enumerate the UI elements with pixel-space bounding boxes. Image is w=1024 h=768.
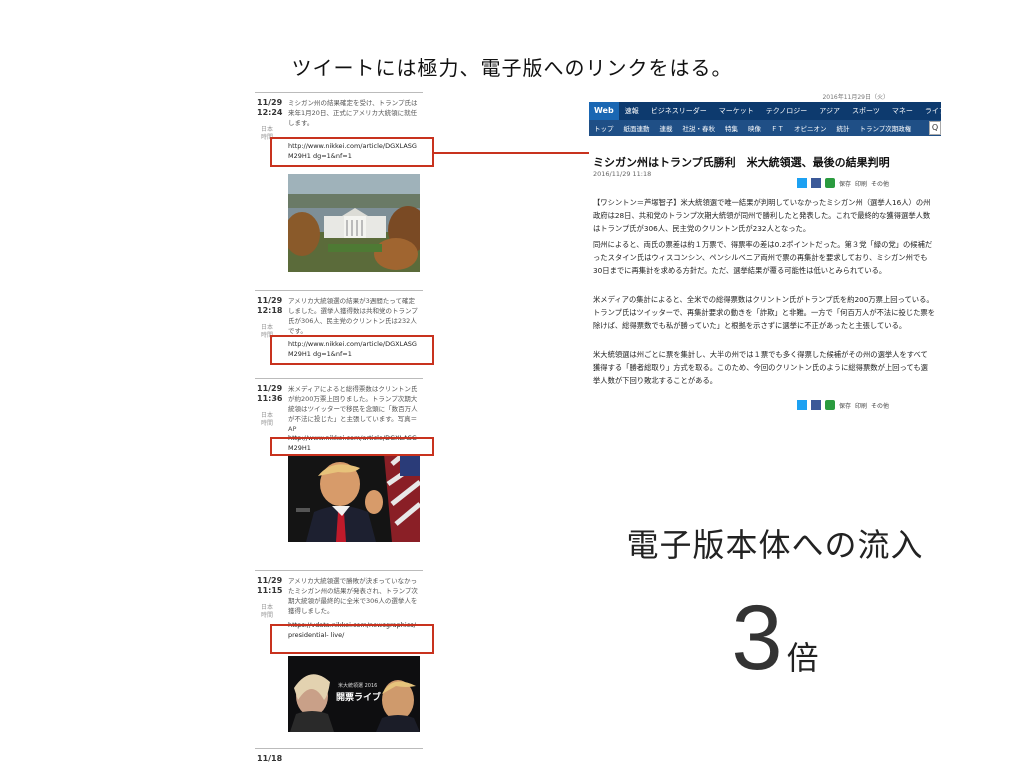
inflow-caption: 電子版本体への流入 — [626, 526, 924, 564]
article-paragraph: 米大統領選は州ごとに票を集計し、大半の州では１票でも多く得票した候補がその州の選… — [593, 350, 928, 385]
nav-item[interactable]: マーケット — [713, 106, 760, 116]
tweet-date: 11/29 12:18 — [257, 296, 283, 315]
inflow-multiplier: 3倍 — [570, 592, 980, 684]
line-icon[interactable] — [825, 178, 835, 188]
divider — [255, 748, 423, 749]
nav-item[interactable]: アジア — [813, 106, 846, 116]
nav-item[interactable]: 社説・春秋 — [678, 123, 721, 133]
tweet-date: 11/29 11:36 — [257, 384, 283, 403]
link-highlight-box — [270, 137, 434, 167]
nav-item[interactable]: トランプ次期政権 — [855, 123, 917, 133]
nikkei-article: 2016年11月29日（火） Web刊 速報 ビジネスリーダー マーケット テク… — [589, 92, 941, 422]
slide-headline: ツイートには極力、電子版へのリンクをはる。 — [291, 56, 733, 80]
election-live-photo: 米大統領選 2016 開票ライブ — [288, 656, 420, 732]
nav-item[interactable]: ビジネスリーダー — [645, 106, 713, 116]
twitter-icon[interactable] — [797, 400, 807, 410]
tweet-item: 11/18 — [255, 748, 423, 768]
share-bar-bottom: 保存 印刷 その他 — [797, 400, 889, 410]
save-button[interactable]: 保存 — [839, 179, 851, 188]
link-highlight-box — [270, 624, 434, 654]
tweet-date: 11/29 11:15 — [257, 576, 283, 595]
twitter-icon[interactable] — [797, 178, 807, 188]
print-button[interactable]: 印刷 — [855, 401, 867, 410]
nav-item[interactable]: 特集 — [720, 123, 743, 133]
election-live-subtitle: 米大統領選 2016 — [338, 683, 378, 689]
divider — [255, 290, 423, 291]
article-paragraph: 同州によると、両氏の票差は約１万票で、得票率の差は0.2ポイントだった。第３党「… — [593, 240, 933, 275]
divider — [255, 570, 423, 571]
tweet-date: 11/29 12:24 — [257, 98, 283, 117]
search-icon[interactable]: Q — [929, 121, 941, 135]
article-paragraph: 米メディアの集計によると、全米での総得票数はクリントン氏がトランプ氏を約200万… — [593, 295, 936, 330]
nav-item[interactable]: オピニオン — [789, 123, 832, 133]
primary-nav: Web刊 速報 ビジネスリーダー マーケット テクノロジー アジア スポーツ マ… — [589, 102, 941, 133]
trump-photo — [288, 454, 420, 542]
tweet-item: 11/29 12:24 日本 時間 ミシガン州の結果確定を受け、トランプ氏は来年… — [255, 92, 423, 280]
link-highlight-box — [270, 437, 434, 456]
more-button[interactable]: その他 — [871, 401, 889, 410]
nav-item[interactable]: スポーツ — [846, 106, 886, 116]
election-live-title: 開票ライブ — [336, 693, 382, 703]
tweet-timezone: 日本 時間 — [261, 412, 274, 427]
white-house-photo — [288, 174, 420, 272]
nav-item[interactable]: 速報 — [619, 106, 645, 116]
site-date: 2016年11月29日（火） — [822, 94, 889, 101]
tweet-item: 11/29 11:15 日本 時間 アメリカ大統領選で勝敗が決まっていなかったミ… — [255, 570, 423, 742]
facebook-icon[interactable] — [811, 178, 821, 188]
article-paragraph: 【ワシントン＝芦塚智子】米大統領選で唯一結果が判明していなかったミシガン州（選挙… — [593, 198, 931, 233]
tweet-text: アメリカ大統領選で勝敗が決まっていなかったミシガン州の結果が発表され、トランプ次… — [288, 577, 418, 615]
divider — [255, 378, 423, 379]
article-date: 2016/11/29 11:18 — [593, 170, 652, 178]
nav-webkan[interactable]: Web刊 — [589, 102, 619, 133]
nav-item[interactable]: 映像 — [743, 123, 766, 133]
line-icon[interactable] — [825, 400, 835, 410]
nav-item[interactable]: 紙面連動 — [619, 123, 655, 133]
nav-item[interactable]: 連載 — [655, 123, 678, 133]
article-title: ミシガン州はトランプ氏勝利 米大統領選、最後の結果判明 — [593, 156, 890, 169]
secondary-nav: トップ 紙面連動 連載 社説・春秋 特集 映像 ＦＴ オピニオン 統計 トランプ… — [589, 120, 941, 136]
print-button[interactable]: 印刷 — [855, 179, 867, 188]
tweet-text: ミシガン州の結果確定を受け、トランプ氏は来年1月20日、正式にアメリカ大統領に就… — [288, 99, 418, 127]
nav-item[interactable]: 統計 — [832, 123, 855, 133]
nav-item[interactable]: ライフ — [919, 106, 941, 116]
divider — [255, 92, 423, 93]
share-bar-top: 保存 印刷 その他 — [797, 178, 889, 188]
tweet-date: 11/18 — [257, 754, 283, 763]
more-button[interactable]: その他 — [871, 179, 889, 188]
tweet-timezone: 日本 時間 — [261, 604, 274, 619]
link-highlight-box — [270, 335, 434, 365]
save-button[interactable]: 保存 — [839, 401, 851, 410]
facebook-icon[interactable] — [811, 400, 821, 410]
connector-line — [433, 152, 589, 154]
tweet-item: 11/29 11:36 日本 時間 米メディアによると総得票数はクリントン氏が約… — [255, 378, 423, 566]
nav-item[interactable]: ＦＴ — [766, 123, 789, 133]
tweet-timeline: 11/29 12:24 日本 時間 ミシガン州の結果確定を受け、トランプ氏は来年… — [255, 92, 423, 768]
nav-item[interactable]: マネー — [886, 106, 919, 116]
tweet-text: アメリカ大統領選の結果が3週間たって確定しました。選挙人獲得数は共和党のトランプ… — [288, 297, 418, 335]
multiplier-value: 3 — [731, 587, 783, 689]
nav-item[interactable]: トップ — [589, 123, 619, 133]
tweet-text: 米メディアによると総得票数はクリントン氏が約200万票上回りました。トランプ次期… — [288, 385, 418, 433]
multiplier-unit: 倍 — [786, 639, 819, 677]
nav-item[interactable]: テクノロジー — [760, 106, 814, 116]
